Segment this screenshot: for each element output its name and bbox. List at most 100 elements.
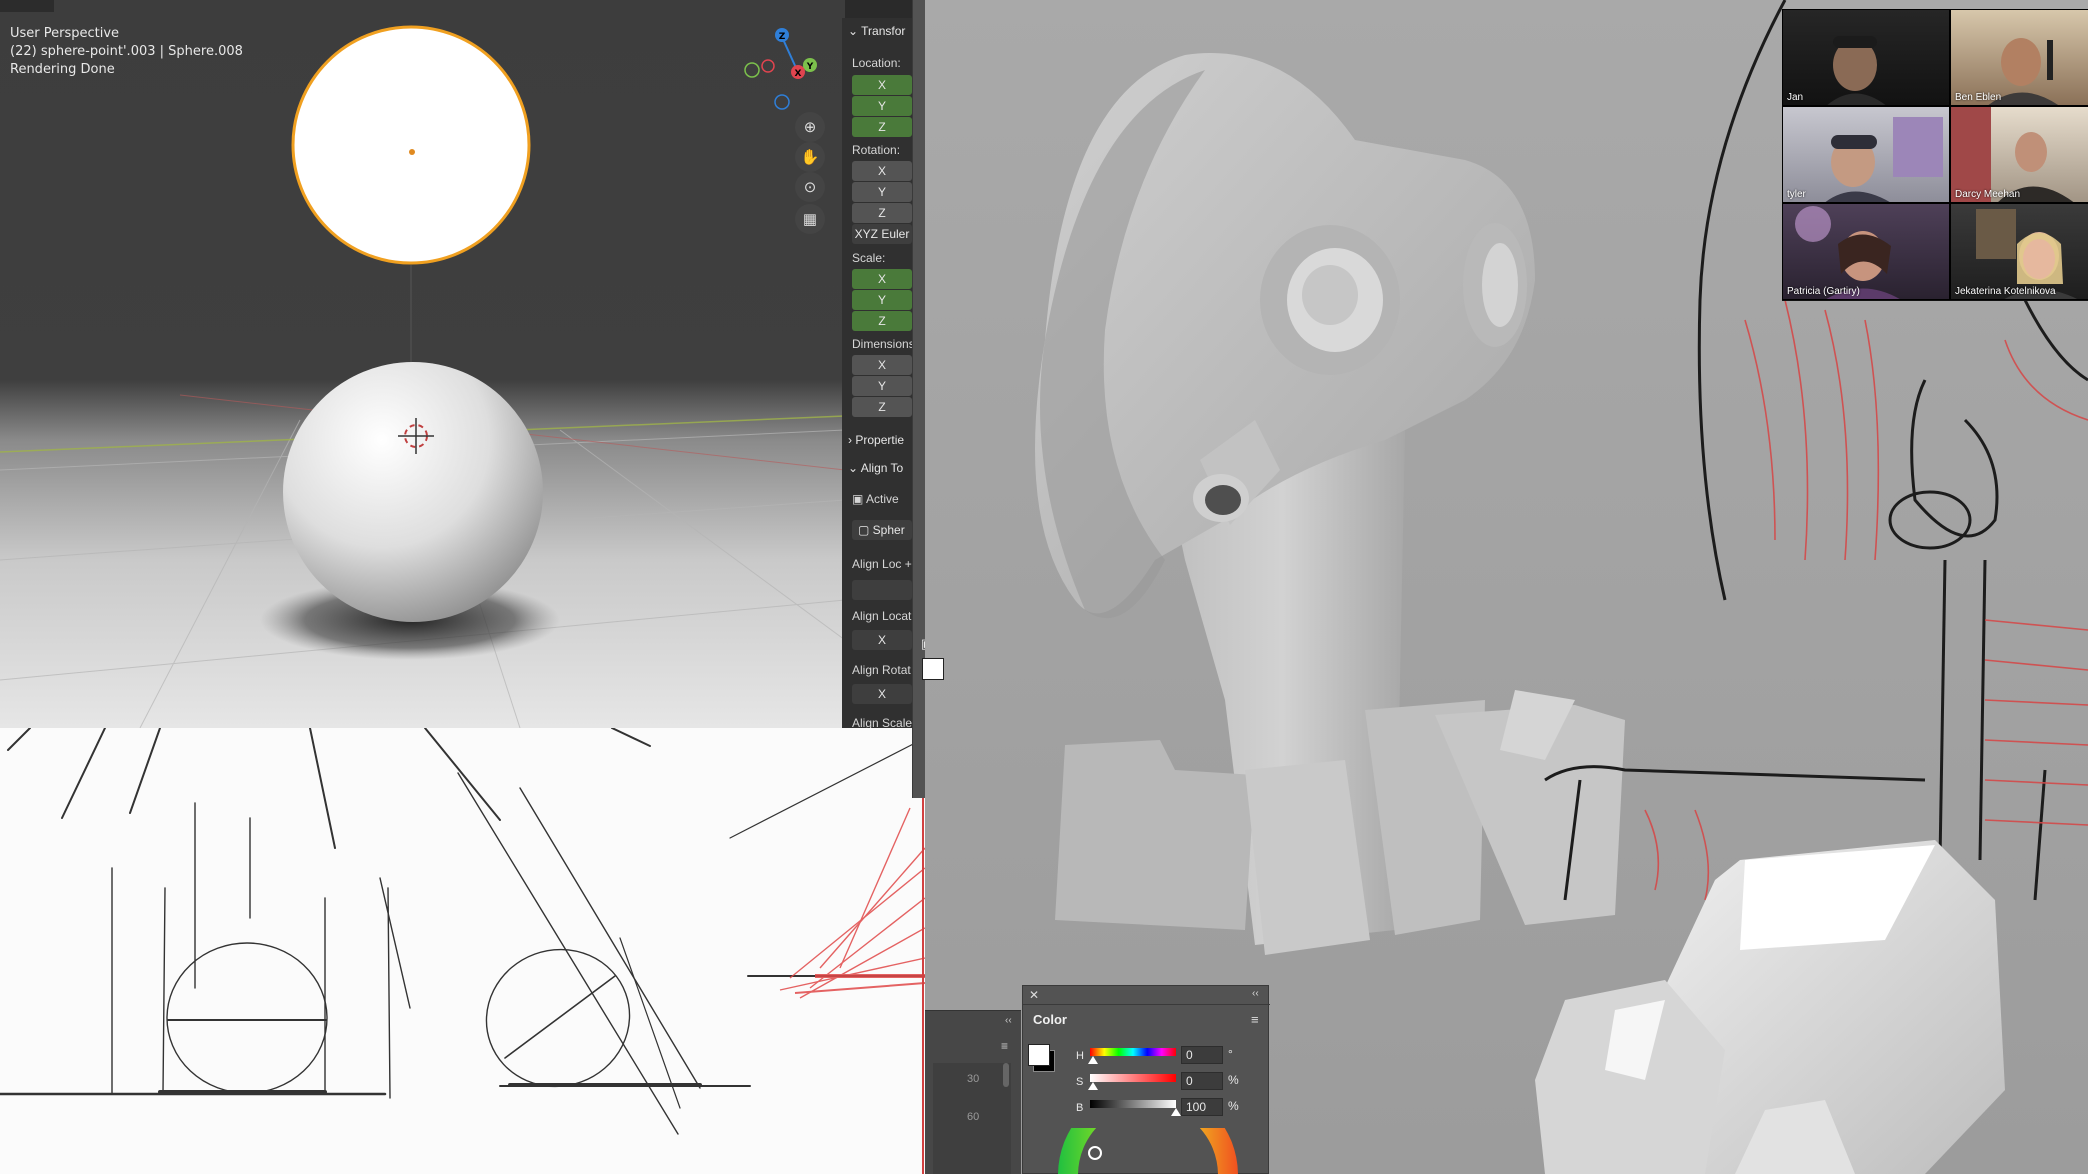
hue-field[interactable]: 0 (1181, 1046, 1223, 1064)
scale-z-field[interactable]: Z (852, 311, 912, 331)
scrollbar[interactable] (1003, 1063, 1009, 1087)
location-x-field[interactable]: X (852, 75, 912, 95)
hue-slider[interactable] (1090, 1048, 1176, 1056)
foreground-color-swatch[interactable] (922, 658, 944, 680)
align-location-label: Align Locat (852, 609, 912, 623)
panel-menu-icon[interactable]: ≡ (1251, 1012, 1259, 1027)
hand-icon[interactable]: ✋ (795, 142, 825, 172)
grid-icon[interactable]: ▦ (795, 204, 825, 234)
foreground-color-chip[interactable] (1028, 1044, 1050, 1066)
dimensions-x-field[interactable]: X (852, 355, 912, 375)
participant-tile[interactable]: Jan (1782, 9, 1950, 106)
target-object-field[interactable]: ▢ Spher (852, 520, 912, 540)
scale-y-field[interactable]: Y (852, 290, 912, 310)
align-loc-field[interactable] (852, 580, 912, 600)
color-wheel[interactable] (1053, 1128, 1243, 1174)
color-panel[interactable]: ✕ ‹‹ Color ≡ H 0 ° S 0 % B 100 % (1022, 985, 1270, 1174)
brightness-field[interactable]: 100 (1181, 1098, 1223, 1116)
saturation-label: S (1076, 1076, 1084, 1088)
brush-size: 30 (967, 1073, 980, 1085)
red-construction-lines (779, 807, 925, 999)
view-name: User Perspective (10, 26, 120, 41)
color-wheel-picker[interactable] (1088, 1146, 1102, 1160)
scale-x-field[interactable]: X (852, 269, 912, 289)
align-location-x-field[interactable]: X (852, 630, 912, 650)
align-rotation-label: Align Rotat (852, 663, 911, 677)
rotation-y-field[interactable]: Y (852, 182, 912, 202)
zoom-icon[interactable]: ⊕ (795, 112, 825, 142)
hue-slider-thumb[interactable] (1088, 1056, 1098, 1064)
snout-hole (1205, 485, 1241, 515)
align-header-label: Align To (860, 461, 904, 475)
brush-size: 60 (967, 1111, 980, 1123)
brightness-label: B (1076, 1102, 1084, 1114)
sphere-object-icon: ▢ (858, 523, 873, 537)
participant-name: Jekaterina Kotelnikova (1955, 286, 2056, 297)
dimensions-y-field[interactable]: Y (852, 376, 912, 396)
svg-text:Y: Y (806, 62, 814, 72)
brightness-slider-thumb[interactable] (1171, 1108, 1181, 1116)
render-status: Rendering Done (10, 62, 115, 77)
svg-text:Z: Z (779, 32, 786, 42)
video-call-gallery[interactable]: Jan Ben Eblen tyler Darcy Meehan Patrici… (1782, 9, 2088, 301)
participant-tile[interactable]: Darcy Meehan (1950, 106, 2088, 203)
right-eye (1482, 243, 1518, 327)
saturation-slider[interactable] (1090, 1074, 1176, 1082)
dimensions-label: Dimensions (852, 337, 915, 351)
transform-header[interactable]: ⌄ Transfor (848, 24, 905, 38)
transform-header-label: Transfor (861, 24, 906, 38)
hue-label: H (1076, 1050, 1084, 1062)
color-panel-title[interactable]: Color (1033, 1012, 1067, 1027)
saturation-slider-thumb[interactable] (1088, 1082, 1098, 1090)
active-label: Active (866, 492, 899, 506)
participant-tile[interactable]: Jekaterina Kotelnikova (1950, 203, 2088, 300)
properties-header[interactable]: › Propertie (848, 433, 904, 447)
sphere-label: Spher (872, 523, 905, 537)
participant-tile[interactable]: Ben Eblen (1950, 9, 2088, 106)
location-z-field[interactable]: Z (852, 117, 912, 137)
brush-preset-list[interactable]: 30 60 (933, 1063, 1011, 1174)
participant-name: Darcy Meehan (1955, 189, 2021, 200)
location-y-field[interactable]: Y (852, 96, 912, 116)
dimensions-z-field[interactable]: Z (852, 397, 912, 417)
rotation-label: Rotation: (852, 143, 901, 157)
selected-sphere[interactable] (291, 25, 531, 265)
blender-viewport[interactable]: User Perspective (22) sphere-point'.003 … (0, 0, 845, 728)
participant-name: Patricia (Gartiry) (1787, 286, 1860, 297)
sketch-canvas[interactable] (0, 728, 925, 1174)
brightness-unit: % (1228, 1099, 1239, 1113)
render-sphere[interactable] (283, 362, 543, 622)
active-option[interactable]: ▣ Active (852, 492, 899, 506)
panel-menu-icon[interactable]: ≡ (1001, 1039, 1008, 1053)
rotation-z-field[interactable]: Z (852, 203, 912, 223)
participant-tile[interactable]: Patricia (Gartiry) (1782, 203, 1950, 300)
navigation-gizmo[interactable]: Z Y X (735, 20, 825, 110)
perspective-sketch (0, 728, 925, 1174)
close-icon[interactable]: ✕ (1029, 988, 1039, 1002)
saturation-field[interactable]: 0 (1181, 1072, 1223, 1090)
rotation-x-field[interactable]: X (852, 161, 912, 181)
scale-label: Scale: (852, 251, 886, 265)
brightness-slider[interactable] (1090, 1100, 1176, 1108)
screen: User Perspective (22) sphere-point'.003 … (0, 0, 2088, 1174)
object-info: (22) sphere-point'.003 | Sphere.008 (10, 44, 243, 59)
align-header[interactable]: ⌄ Align To (848, 461, 903, 475)
viewport-scene (0, 25, 845, 728)
participant-name: tyler (1787, 189, 1806, 200)
collapse-icon[interactable]: ‹‹ (1252, 988, 1259, 999)
rotation-mode-select[interactable]: XYZ Euler (852, 224, 912, 244)
align-loc-label: Align Loc + (852, 557, 912, 571)
participant-name: Ben Eblen (1955, 92, 2002, 103)
object-origin (409, 149, 415, 155)
participant-name: Jan (1787, 92, 1804, 103)
camera-icon[interactable]: ⊙ (795, 172, 825, 202)
svg-text:X: X (795, 69, 802, 79)
properties-header-label: Propertie (855, 433, 905, 447)
blender-n-panel[interactable]: ⌄ Transfor Location: X Y Z Rotation: X Y… (842, 18, 915, 730)
location-label: Location: (852, 56, 901, 70)
brush-presets-dock[interactable]: ‹‹ ≡ 30 60 (925, 1010, 1021, 1174)
participant-tile[interactable]: tyler (1782, 106, 1950, 203)
collapse-icon[interactable]: ‹‹ (1005, 1015, 1012, 1026)
align-rotation-x-field[interactable]: X (852, 684, 912, 704)
hue-unit: ° (1228, 1047, 1233, 1061)
